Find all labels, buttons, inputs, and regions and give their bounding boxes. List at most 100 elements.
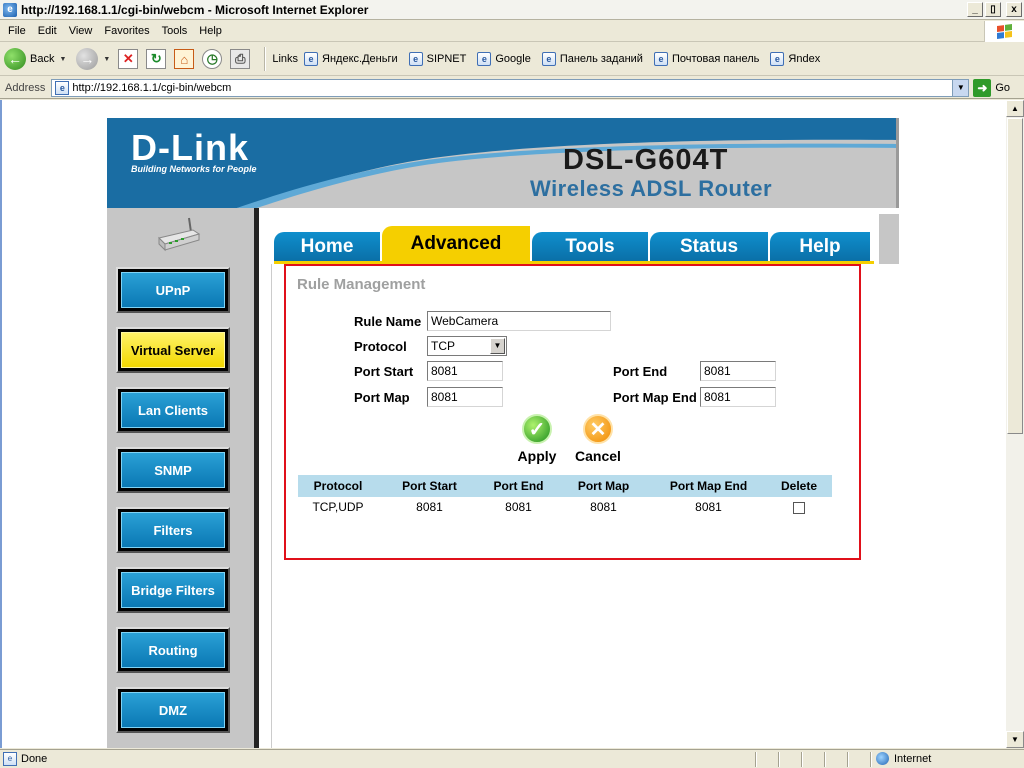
sidebar-item-label: Lan Clients — [121, 392, 225, 428]
print-icon[interactable]: ⎙ — [230, 49, 251, 69]
back-button[interactable]: ← Back ▼ — [4, 45, 66, 73]
link-google[interactable]: e Google — [477, 52, 531, 66]
sidebar-item-upnp[interactable]: UPnP — [116, 267, 230, 313]
tab-home[interactable]: Home — [274, 232, 380, 262]
cell-delete — [766, 497, 832, 517]
link-yandex[interactable]: e Яndex — [770, 52, 820, 66]
page-header: D-Link Building Networks for People DSL-… — [107, 118, 899, 208]
column-header: Port End — [481, 475, 556, 497]
sidebar: UPnP Virtual Server Lan Clients SNMP Fil… — [107, 208, 259, 748]
menu-bar: File Edit View Favorites Tools Help — [0, 21, 1024, 42]
forward-dropdown-icon[interactable]: ▼ — [103, 56, 110, 63]
toolbar-separator — [264, 47, 267, 71]
back-dropdown-icon[interactable]: ▼ — [59, 56, 66, 63]
sidebar-item-bridge-filters[interactable]: Bridge Filters — [116, 567, 230, 613]
port-map-end-label: Port Map End — [613, 390, 697, 405]
restore-button[interactable]: ▯ — [985, 2, 1001, 17]
link-yandex-money[interactable]: e Яндекс.Деньги — [304, 52, 398, 66]
rule-management-panel: Rule Management Rule Name WebCamera Prot… — [284, 264, 861, 560]
sidebar-item-filters[interactable]: Filters — [116, 507, 230, 553]
rule-name-input[interactable]: WebCamera — [427, 311, 611, 331]
port-map-end-input[interactable]: 8081 — [700, 387, 776, 407]
link-task-panel[interactable]: e Панель заданий — [541, 52, 643, 66]
menu-favorites[interactable]: Favorites — [98, 25, 155, 37]
status-separator — [824, 752, 826, 767]
link-mail-panel[interactable]: e Почтовая панель — [653, 52, 759, 66]
column-header: Port Start — [378, 475, 481, 497]
dlink-logo: D-Link Building Networks for People — [131, 130, 257, 175]
page-viewport: D-Link Building Networks for People DSL-… — [0, 100, 1006, 748]
menu-tools[interactable]: Tools — [156, 25, 194, 37]
table-row: TCP,UDP 8081 8081 8081 8081 — [298, 497, 832, 517]
window-titlebar: e http://192.168.1.1/cgi-bin/webcm - Mic… — [0, 0, 1024, 20]
vertical-scrollbar[interactable]: ▲ ▼ — [1006, 100, 1024, 748]
address-dropdown-icon[interactable]: ▼ — [952, 79, 969, 96]
tab-advanced[interactable]: Advanced — [382, 226, 530, 262]
stop-icon[interactable]: ✕ — [118, 49, 139, 69]
menu-help[interactable]: Help — [193, 25, 228, 37]
scroll-up-icon[interactable]: ▲ — [1006, 100, 1024, 117]
cell-port-start: 8081 — [416, 500, 443, 514]
sidebar-item-label: Routing — [121, 632, 225, 668]
address-label: Address — [5, 81, 46, 94]
zone-label: Internet — [894, 752, 932, 765]
delete-checkbox[interactable] — [793, 501, 805, 514]
standard-toolbar: ← Back ▼ → ▼ ✕ ↻ ⌂ ◷ ⎙ Links e Яндекс.Ден… — [0, 43, 1024, 76]
cell-protocol: TCP,UDP — [312, 500, 364, 514]
column-header: Port Map — [556, 475, 651, 497]
address-url: http://192.168.1.1/cgi-bin/webcm — [72, 81, 232, 94]
address-input[interactable]: e http://192.168.1.1/cgi-bin/webcm ▼ — [51, 78, 970, 97]
scroll-thumb[interactable] — [1007, 118, 1023, 434]
minimize-button[interactable]: _ — [967, 2, 983, 17]
close-button[interactable]: x — [1006, 2, 1022, 17]
address-bar: Address e http://192.168.1.1/cgi-bin/web… — [0, 77, 1024, 99]
cell-port-end: 8081 — [505, 500, 532, 514]
port-map-input[interactable]: 8081 — [427, 387, 503, 407]
column-header: Port Map End — [651, 475, 766, 497]
port-end-input[interactable]: 8081 — [700, 361, 776, 381]
back-arrow-icon: ← — [4, 48, 26, 70]
status-separator — [801, 752, 803, 767]
link-label: Яндекс.Деньги — [322, 53, 398, 65]
menu-edit[interactable]: Edit — [32, 25, 63, 37]
status-separator — [778, 752, 780, 767]
history-icon[interactable]: ◷ — [202, 49, 223, 69]
model-name: DSL-G604T — [563, 144, 729, 176]
cancel-button[interactable]: ✕ Cancel — [572, 414, 624, 464]
main-tabs: Home Advanced Tools Status Help — [274, 226, 874, 264]
link-sipnet[interactable]: e SIPNET — [408, 52, 467, 66]
refresh-icon[interactable]: ↻ — [146, 49, 167, 69]
forward-button[interactable]: → ▼ — [76, 45, 110, 73]
tab-tools[interactable]: Tools — [532, 232, 648, 262]
port-end-label: Port End — [613, 364, 668, 379]
sidebar-item-label: DMZ — [121, 692, 225, 728]
sidebar-item-dmz[interactable]: DMZ — [116, 687, 230, 733]
go-arrow-icon: ➜ — [973, 78, 992, 97]
scroll-down-icon[interactable]: ▼ — [1006, 731, 1024, 748]
status-separator — [755, 752, 757, 767]
home-icon[interactable]: ⌂ — [174, 49, 195, 69]
sidebar-item-routing[interactable]: Routing — [116, 627, 230, 673]
tab-help[interactable]: Help — [770, 232, 870, 262]
ie-icon: e — [3, 2, 17, 17]
status-text: Done — [21, 753, 48, 765]
port-start-input[interactable]: 8081 — [427, 361, 503, 381]
protocol-select[interactable]: TCP ▼ — [427, 336, 507, 356]
status-separator — [847, 752, 849, 767]
link-label: SIPNET — [426, 53, 467, 65]
status-bar: e Done Internet — [0, 749, 1024, 768]
menu-file[interactable]: File — [0, 25, 32, 37]
page-icon: e — [477, 52, 492, 66]
page-status-icon: e — [3, 752, 17, 766]
sidebar-item-lan-clients[interactable]: Lan Clients — [116, 387, 230, 433]
menu-view[interactable]: View — [63, 25, 99, 37]
sidebar-item-snmp[interactable]: SNMP — [116, 447, 230, 493]
forward-arrow-icon: → — [76, 48, 99, 70]
protocol-label: Protocol — [354, 339, 407, 354]
page-icon: e — [408, 52, 423, 66]
apply-button[interactable]: ✓ Apply — [514, 414, 560, 464]
go-button[interactable]: ➜ Go — [973, 78, 1010, 97]
page-icon: e — [770, 52, 785, 66]
sidebar-item-virtual-server[interactable]: Virtual Server — [116, 327, 230, 373]
tab-status[interactable]: Status — [650, 232, 768, 262]
